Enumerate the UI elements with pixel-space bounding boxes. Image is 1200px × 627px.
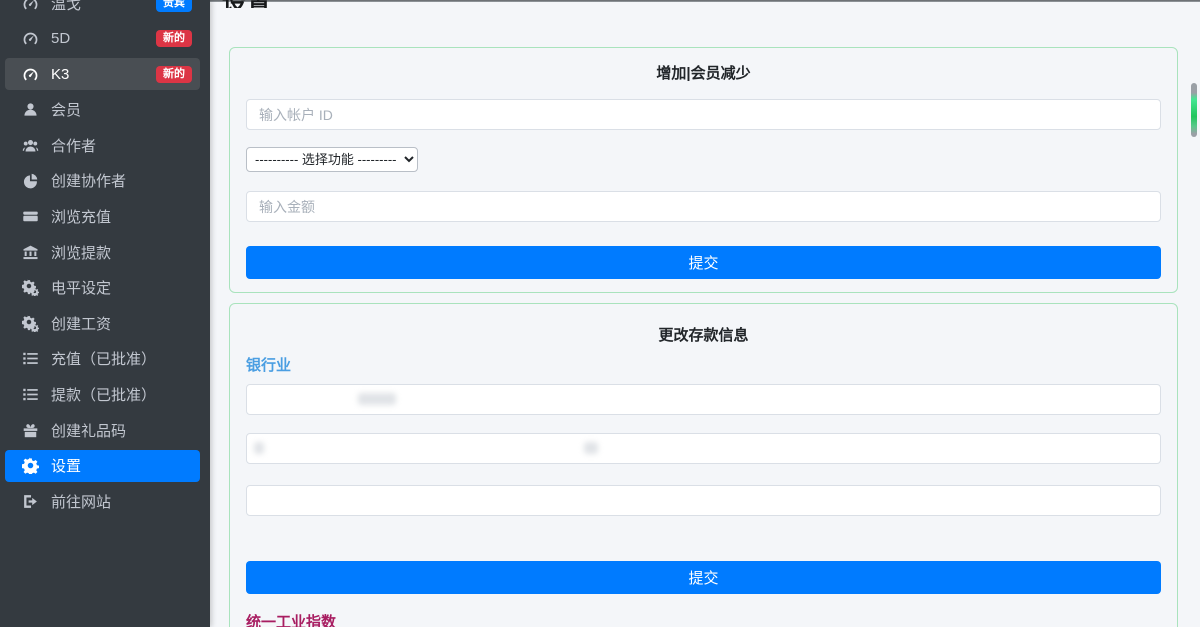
sidebar-item-deposits-approved[interactable]: 充值（已批准）: [5, 343, 200, 375]
main-content: 设置 增加|会员减少 ---------- 选择功能 ---------- 提交…: [210, 0, 1200, 627]
sidebar-item-label: 设置: [51, 455, 81, 476]
cogs-icon: [21, 315, 40, 332]
bank-section-link[interactable]: 银行业: [246, 354, 291, 375]
gift-icon: [21, 422, 40, 439]
submit-button[interactable]: 提交: [246, 246, 1161, 279]
page-title: 设置: [222, 0, 272, 8]
member-adjust-card: 增加|会员减少 ---------- 选择功能 ---------- 提交: [229, 47, 1178, 293]
bank-field-3[interactable]: [246, 485, 1161, 516]
admin-app: 温戈 贵宾 5D 新的 K3 新的 会员: [0, 0, 1200, 627]
sidebar-item-settings[interactable]: 设置: [5, 450, 200, 482]
amount-input[interactable]: [246, 191, 1161, 222]
sidebar-item-create-giftcode[interactable]: 创建礼品码: [5, 414, 200, 446]
list-icon: [21, 350, 40, 367]
sidebar-item-label: 温戈: [51, 0, 81, 14]
sidebar-item-level-setting[interactable]: 电平设定: [5, 272, 200, 304]
sidebar-item-members[interactable]: 会员: [5, 94, 200, 126]
bank-field-1[interactable]: [246, 384, 1161, 415]
sidebar-item-label: 创建礼品码: [51, 420, 126, 441]
sidebar-item-label: K3: [51, 66, 69, 83]
bank-icon: [21, 244, 40, 261]
bank-field-2[interactable]: [246, 433, 1161, 464]
sidebar-item-wenge[interactable]: 温戈 贵宾: [5, 0, 200, 19]
navbar-bottom-edge: [210, 0, 1200, 2]
account-id-input[interactable]: [246, 99, 1161, 130]
cogs-icon: [21, 279, 40, 296]
sidebar-item-withdrawals-approved[interactable]: 提款（已批准）: [5, 379, 200, 411]
sign-out-icon: [21, 493, 40, 510]
gauge-icon: [21, 30, 40, 47]
user-icon: [21, 101, 40, 118]
credit-card-icon: [21, 208, 40, 225]
users-icon: [21, 137, 40, 154]
sidebar-item-browse-deposits[interactable]: 浏览充值: [5, 201, 200, 233]
vip-badge: 贵宾: [156, 0, 192, 12]
gear-icon: [21, 457, 40, 474]
unified-industry-index-label: 统一工业指数: [246, 611, 336, 627]
list-icon: [21, 386, 40, 403]
deposit-info-card: 更改存款信息 银行业 提交 统一工业指数: [229, 303, 1178, 627]
new-badge: 新的: [156, 30, 192, 47]
sidebar-item-goto-website[interactable]: 前往网站: [5, 485, 200, 517]
sidebar-item-label: 创建工资: [51, 313, 111, 334]
sidebar-item-label: 合作者: [51, 135, 96, 156]
sidebar-item-label: 会员: [51, 99, 81, 120]
sidebar-item-create-collaborator[interactable]: 创建协作者: [5, 165, 200, 197]
gauge-icon: [21, 0, 40, 12]
card-title: 更改存款信息: [246, 304, 1161, 345]
sidebar-item-label: 前往网站: [51, 491, 111, 512]
sidebar: 温戈 贵宾 5D 新的 K3 新的 会员: [0, 0, 210, 627]
sidebar-item-browse-withdrawals[interactable]: 浏览提款: [5, 236, 200, 268]
sidebar-item-k3[interactable]: K3 新的: [5, 58, 200, 90]
sidebar-item-label: 创建协作者: [51, 170, 126, 191]
sidebar-item-label: 浏览充值: [51, 206, 111, 227]
sidebar-item-label: 5D: [51, 30, 70, 47]
new-badge: 新的: [156, 66, 192, 83]
submit-button[interactable]: 提交: [246, 561, 1161, 594]
sidebar-item-label: 提款（已批准）: [51, 384, 156, 405]
scrollbar[interactable]: [1191, 83, 1197, 137]
sidebar-item-create-salary[interactable]: 创建工资: [5, 307, 200, 339]
sidebar-item-label: 充值（已批准）: [51, 348, 156, 369]
sidebar-nav: 温戈 贵宾 5D 新的 K3 新的 会员: [0, 0, 210, 517]
pie-chart-icon: [21, 172, 40, 189]
gauge-icon: [21, 66, 40, 83]
function-select[interactable]: ---------- 选择功能 ----------: [246, 147, 418, 172]
card-title: 增加|会员减少: [246, 48, 1161, 83]
sidebar-item-label: 浏览提款: [51, 242, 111, 263]
sidebar-item-partners[interactable]: 合作者: [5, 129, 200, 161]
sidebar-item-label: 电平设定: [51, 277, 111, 298]
sidebar-item-5d[interactable]: 5D 新的: [5, 23, 200, 55]
